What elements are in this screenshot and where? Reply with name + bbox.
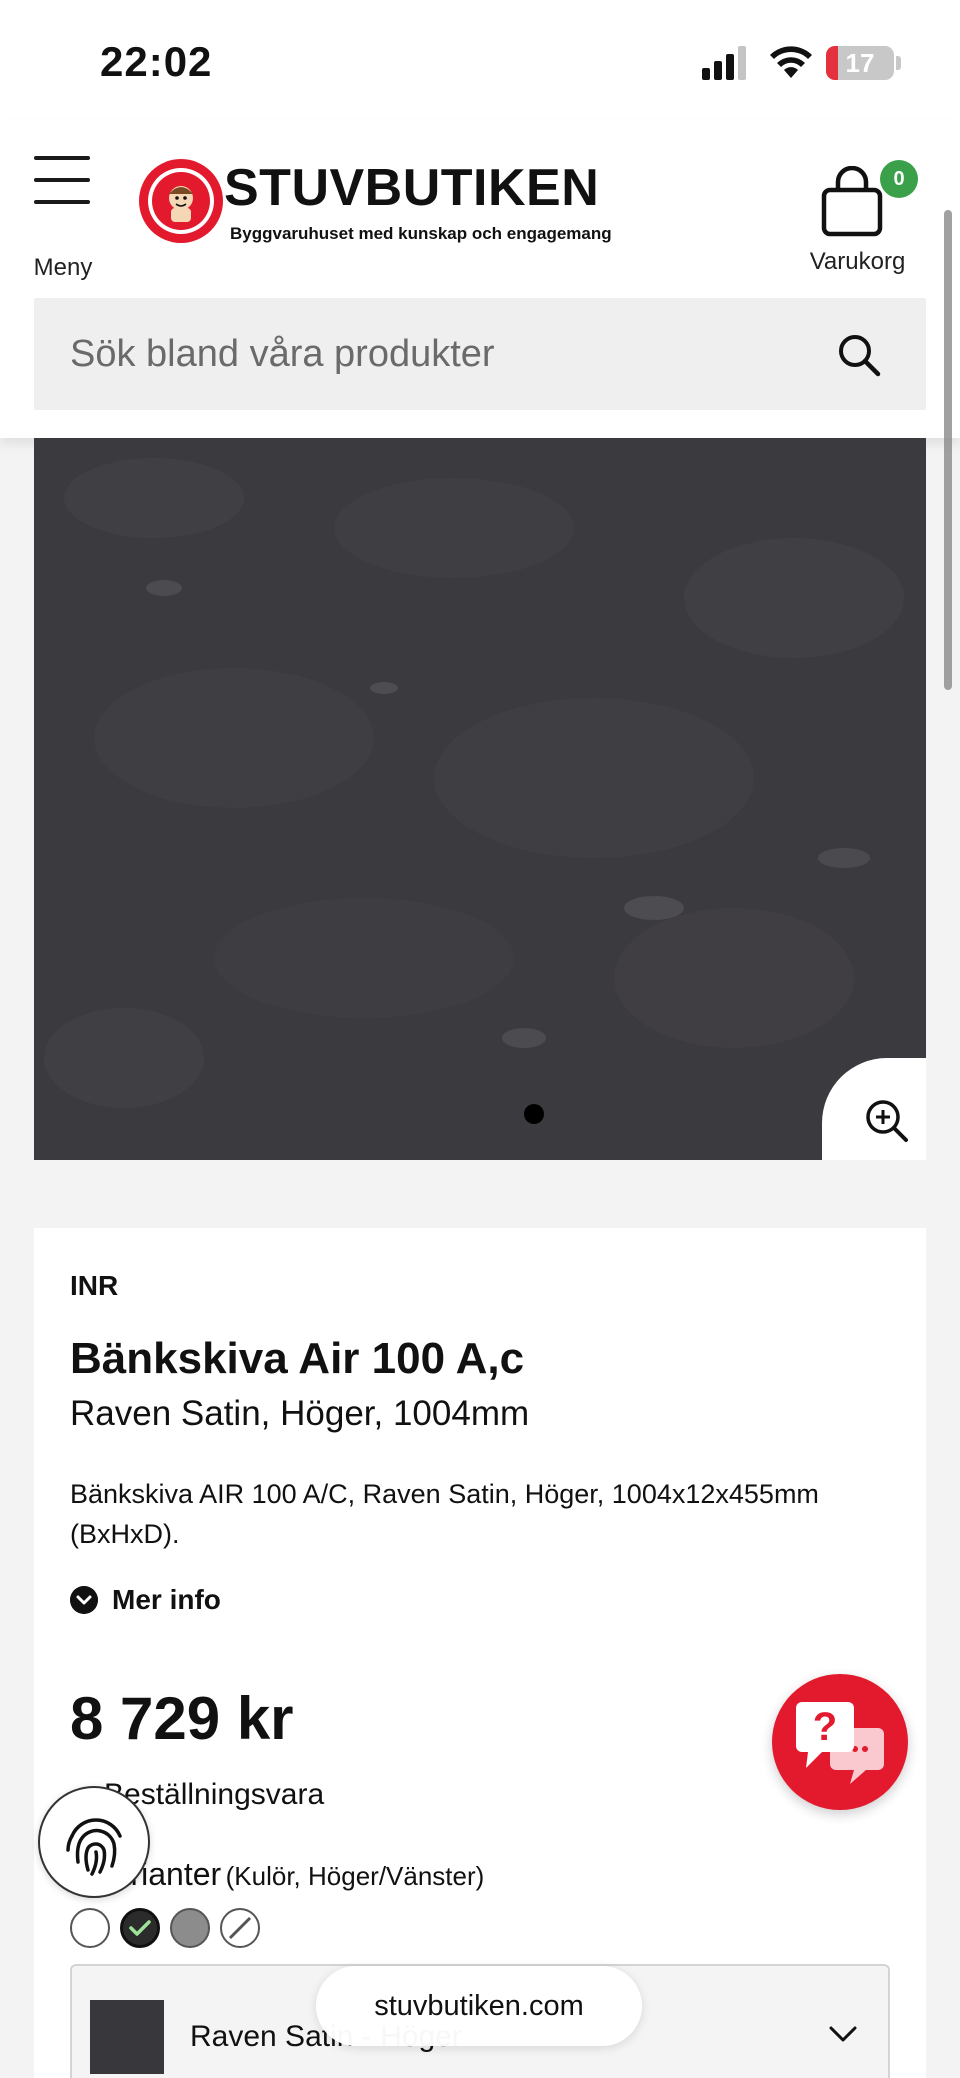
fingerprint-icon	[66, 1818, 122, 1876]
chevron-down-icon	[829, 2026, 857, 2042]
status-time: 22:02	[100, 38, 213, 85]
wifi-icon	[770, 46, 812, 78]
product-brand: INR	[70, 1270, 119, 1301]
browser-url-bar[interactable]: stuvbutiken.com	[316, 1966, 642, 2046]
unavailable-slash-icon	[228, 1916, 252, 1940]
product-image[interactable]	[34, 438, 926, 1160]
product-title: Bänkskiva Air 100 A,c	[70, 1334, 525, 1383]
chat-question-icon: ?	[796, 1702, 884, 1784]
battery-icon: 17	[826, 46, 894, 80]
page-scrollbar[interactable]	[944, 210, 952, 690]
hamburger-icon	[34, 156, 90, 204]
swatch-unavailable[interactable]	[220, 1908, 260, 1948]
search-input[interactable]	[34, 298, 794, 410]
logo-badge-icon	[139, 159, 223, 243]
logo-name: STUVBUTIKEN	[224, 159, 600, 217]
battery-level-text: 17	[845, 48, 875, 78]
countertop-texture	[34, 438, 926, 1160]
svg-text:?: ?	[813, 1705, 837, 1749]
swatch-grey[interactable]	[170, 1908, 210, 1948]
product-description: Bänkskiva AIR 100 A/C, Raven Satin, Höge…	[70, 1479, 819, 1549]
signal-icon	[702, 46, 746, 80]
variants-subtitle: (Kulör, Höger/Vänster)	[225, 1861, 485, 1891]
search-icon	[839, 335, 881, 377]
checkmark-icon	[129, 1920, 151, 1936]
swatch-white[interactable]	[70, 1908, 110, 1948]
status-bar: 22:02 17	[0, 0, 960, 120]
site-logo[interactable]: STUVBUTIKEN Byggvaruhuset med kunskap oc…	[134, 158, 614, 250]
accessibility-touch-button[interactable]	[38, 1786, 150, 1898]
product-subtitle: Raven Satin, Höger, 1004mm	[70, 1394, 530, 1433]
help-chat-button[interactable]: ?	[772, 1674, 908, 1810]
menu-button[interactable]: Meny	[30, 156, 96, 281]
variant-thumbnail	[90, 2000, 164, 2074]
logo-tagline: Byggvaruhuset med kunskap och engagemang	[230, 224, 612, 243]
swatch-black-selected[interactable]	[120, 1908, 160, 1948]
product-page: 22:02 17 Meny STUVBUTIKEN Byggvaruhuset …	[0, 0, 960, 2078]
battery-cap	[896, 56, 901, 70]
menu-label: Meny	[33, 254, 93, 281]
product-info-card: INR Bänkskiva Air 100 A,c Raven Satin, H…	[34, 1228, 926, 2078]
chevron-down-circle-icon	[70, 1586, 98, 1614]
cart-label: Varukorg	[809, 248, 906, 275]
site-header: Meny STUVBUTIKEN Byggvaruhuset med kunsk…	[0, 120, 960, 438]
more-info-label: Mer info	[112, 1584, 221, 1615]
shopping-bag-icon	[821, 166, 883, 237]
zoom-in-icon	[866, 1100, 908, 1142]
cart-button[interactable]: 0 Varukorg	[800, 142, 918, 282]
carousel-dot-active[interactable]	[524, 1104, 544, 1124]
search-bar	[34, 298, 926, 410]
product-price: 8 729 kr	[70, 1685, 294, 1752]
cart-count-badge: 0	[880, 160, 918, 198]
search-button[interactable]	[794, 298, 926, 410]
